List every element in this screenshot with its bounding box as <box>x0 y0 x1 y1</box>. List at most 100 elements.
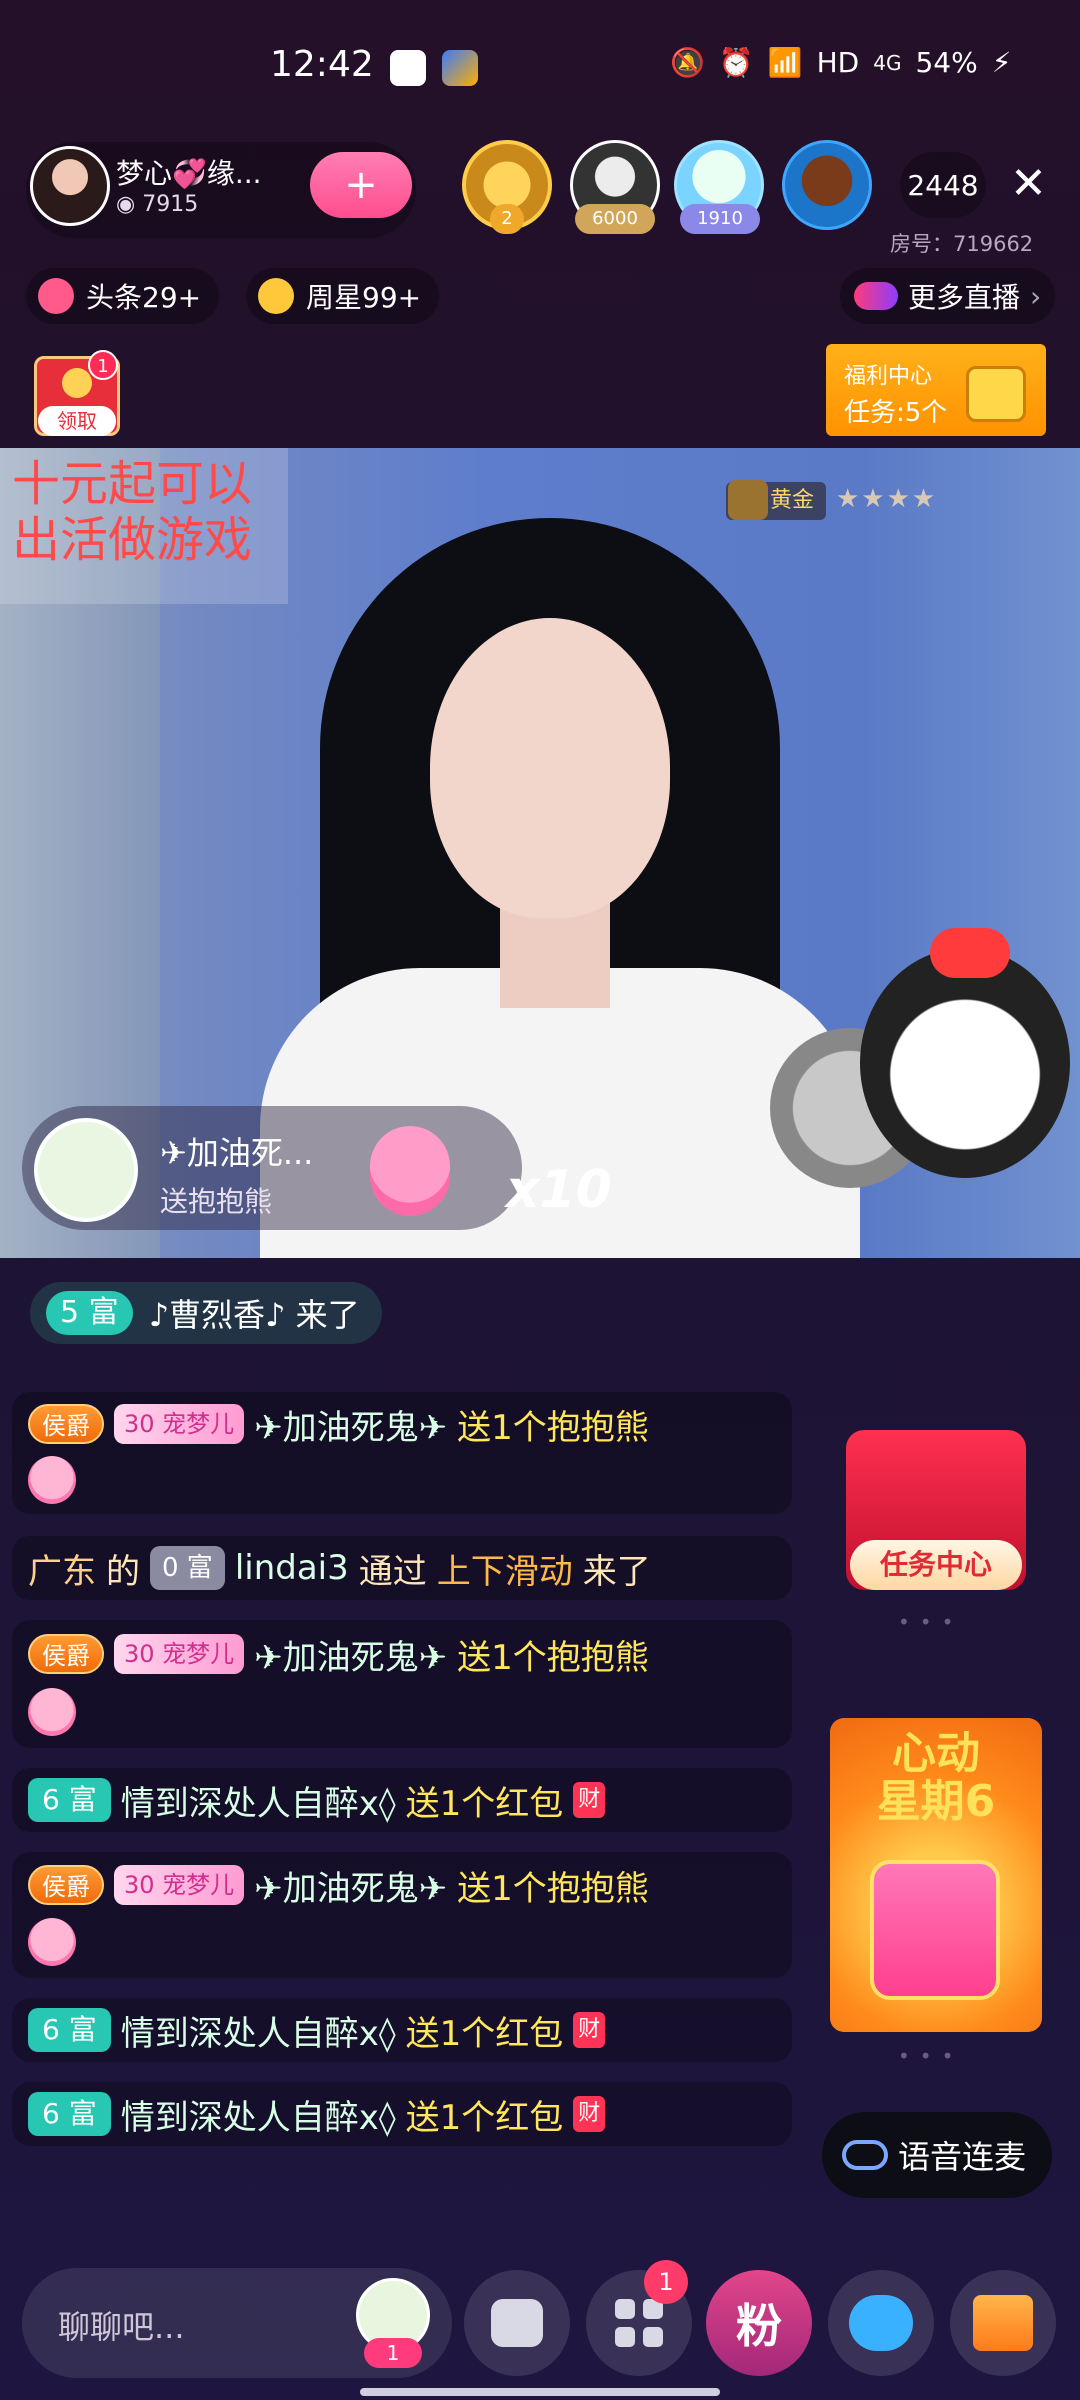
chat-message[interactable]: 6 富 情到深处人自醉x◊ 送1个红包 财 <box>12 1998 792 2062</box>
chat-message[interactable]: 侯爵 30 宠梦儿 ✈加油死鬼✈ 送1个抱抱熊 <box>12 1620 792 1748</box>
chat-username[interactable]: lindai3 <box>235 1548 349 1588</box>
host-name: 梦心💞缘... <box>116 157 262 190</box>
overlay-line-1: 十元起可以 <box>12 456 253 512</box>
chat-text: 来了 <box>582 1551 651 1592</box>
weekly-star-label: 周星99+ <box>306 281 422 314</box>
headline-rank-pill[interactable]: 头条29+ <box>26 268 220 324</box>
home-indicator[interactable] <box>360 2388 720 2396</box>
chat-username[interactable]: ✈加油死鬼✈ <box>254 1630 447 1679</box>
viewer-count-button[interactable]: 2448 <box>900 152 986 218</box>
heart-week-line-2: 星期6 <box>876 1776 996 1827</box>
fan-club-tag: 30 宠梦儿 <box>114 1634 245 1674</box>
host-fans-count: ◉ 7915 <box>116 192 199 217</box>
coin-icon <box>62 368 92 398</box>
join-text: ♪曹烈香♪ 来了 <box>148 1296 360 1334</box>
chat-username[interactable]: 情到深处人自醉x◊ <box>121 1776 396 1825</box>
fan-club-button[interactable]: 粉 <box>706 2270 812 2376</box>
star-icon <box>258 278 294 314</box>
video-overlay-text: 十元起可以 出活做游戏 <box>0 448 288 604</box>
task-center-label: 任务中心 <box>850 1540 1022 1590</box>
chat-username[interactable]: ✈加油死鬼✈ <box>254 1400 447 1449</box>
gift-button[interactable] <box>950 2270 1056 2376</box>
game-button[interactable] <box>828 2270 934 2376</box>
red-packet-label: 领取 <box>38 406 116 436</box>
network-label: HD <box>816 46 860 79</box>
notification-app-icon-2 <box>442 50 478 86</box>
host-avatar[interactable] <box>30 146 110 226</box>
fan-level-badge: 1 <box>364 2338 422 2368</box>
chat-message[interactable]: 6 富 情到深处人自醉x◊ 送1个红包 财 <box>12 1768 792 1832</box>
plush-toy <box>860 948 1070 1178</box>
level-stars: ★★★★ <box>836 484 938 514</box>
top-viewer-avatar-4[interactable] <box>782 140 872 230</box>
chat-message[interactable]: 广东 的 0 富 lindai3 通过 上下滑动 来了 <box>12 1536 792 1600</box>
more-live-button[interactable]: 更多直播 › <box>840 268 1056 324</box>
red-envelope-icon: 财 <box>573 2012 606 2048</box>
flame-icon <box>38 278 74 314</box>
chat-username[interactable]: ✈加油死鬼✈ <box>254 1861 447 1910</box>
fan-club-tag: 30 宠梦儿 <box>114 1404 245 1444</box>
chat-username[interactable]: 情到深处人自醉x◊ <box>121 2006 396 2055</box>
headline-rank-label: 头条29+ <box>86 281 202 314</box>
chat-message[interactable]: 侯爵 30 宠梦儿 ✈加油死鬼✈ 送1个抱抱熊 <box>12 1392 792 1514</box>
signal-label: 4G <box>873 50 902 75</box>
teddy-bear-icon <box>28 1918 76 1966</box>
plush-bow <box>930 928 1010 978</box>
gift-sender-avatar[interactable] <box>34 1118 138 1222</box>
apps-badge: 1 <box>644 2260 688 2304</box>
streamer-face <box>430 618 670 918</box>
gift-description: 送抱抱熊 <box>160 1185 273 1218</box>
alarm-icon: ⏰ <box>718 46 754 79</box>
chat-gift-text: 送1个抱抱熊 <box>457 1407 649 1448</box>
carousel-dots-2: ••• <box>898 2044 964 2068</box>
treasure-chest-icon <box>966 366 1026 422</box>
chat-input-placeholder: 聊聊吧... <box>58 2308 185 2346</box>
chevron-right-icon: › <box>1030 279 1042 313</box>
message-button[interactable] <box>464 2270 570 2376</box>
chat-text: 通过 <box>358 1551 427 1592</box>
more-live-label: 更多直播 <box>908 281 1021 314</box>
wealth-level-badge: 0 富 <box>150 1546 225 1590</box>
wealth-level-badge: 6 富 <box>28 2092 111 2136</box>
welfare-tasks: 任务:5个 <box>844 398 948 428</box>
battery-label: 54% <box>915 46 978 79</box>
gift-count: x10 <box>506 1160 612 1220</box>
wealth-level-badge: 6 富 <box>28 2008 111 2052</box>
fan-club-tag: 30 宠梦儿 <box>114 1865 245 1905</box>
chat-username[interactable]: 情到深处人自醉x◊ <box>121 2090 396 2139</box>
voice-link-label: 语音连麦 <box>898 2138 1027 2176</box>
link-icon <box>842 2140 888 2170</box>
message-icon <box>491 2299 543 2347</box>
chat-gift-text: 送1个红包 <box>405 2097 564 2138</box>
chat-gift-text: 送1个抱抱熊 <box>457 1637 649 1678</box>
grid-icon <box>615 2299 663 2347</box>
wealth-level-badge: 5 富 <box>46 1291 133 1335</box>
join-banner: 5 富 ♪曹烈香♪ 来了 <box>30 1282 382 1344</box>
welfare-title: 福利中心 <box>844 364 933 389</box>
top-viewer-badge-1: 2 <box>490 204 524 234</box>
plus-heart-icon: + <box>344 162 378 208</box>
chat-text: 的 <box>106 1551 140 1592</box>
chat-region: 广东 <box>28 1551 96 1592</box>
rank-tag: 侯爵 <box>28 1865 104 1905</box>
red-packet-badge: 1 <box>88 350 118 380</box>
weekly-star-pill[interactable]: 周星99+ <box>246 268 440 324</box>
carousel-dots: ••• <box>898 1610 964 1634</box>
host-fans-value: 7915 <box>142 192 199 217</box>
chat-message[interactable]: 6 富 情到深处人自醉x◊ 送1个红包 财 <box>12 2082 792 2146</box>
top-viewer-badge-3: 1910 <box>680 204 760 234</box>
status-time: 12:42 <box>270 44 374 85</box>
fan-club-label: 粉 <box>736 2299 782 2353</box>
chat-message[interactable]: 侯爵 30 宠梦儿 ✈加油死鬼✈ 送1个抱抱熊 <box>12 1852 792 1978</box>
gift-sender-name: ✈加油死... <box>160 1134 314 1172</box>
voice-link-button[interactable]: 语音连麦 <box>822 2112 1052 2198</box>
top-viewer-badge-2: 6000 <box>575 204 655 234</box>
heart-week-title: 心动 星期6 <box>848 1730 1024 1826</box>
red-envelope-icon: 财 <box>573 1782 606 1818</box>
close-icon[interactable]: ✕ <box>1010 162 1047 206</box>
follow-button[interactable]: + <box>310 152 412 218</box>
gamepad-icon <box>849 2295 913 2351</box>
gift-icon <box>973 2295 1033 2351</box>
status-indicators: 🔕 ⏰ 📶 HD 4G 54% ⚡ <box>670 46 1011 79</box>
wealth-level-badge: 6 富 <box>28 1778 111 1822</box>
